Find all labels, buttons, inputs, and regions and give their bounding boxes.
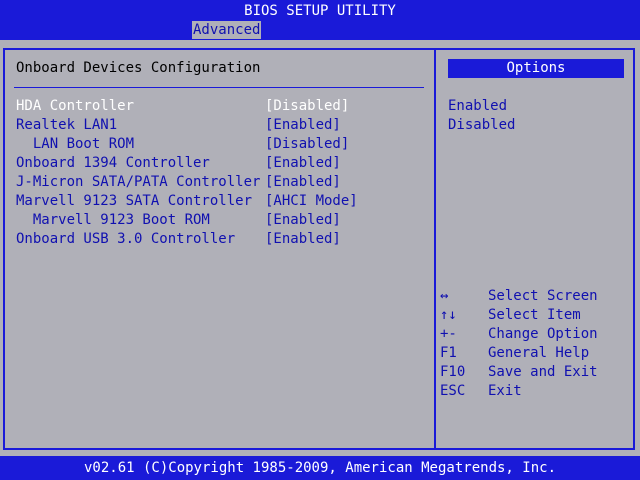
- setting-value[interactable]: [Disabled]: [265, 97, 349, 115]
- help-key-esc: ESC: [440, 383, 466, 399]
- setting-label: Onboard 1394 Controller: [16, 155, 210, 171]
- setting-value[interactable]: [Enabled]: [265, 173, 341, 191]
- left-right-arrow-icon: ↔: [440, 288, 449, 304]
- help-key-f1: F1: [440, 345, 457, 361]
- help-select-screen: Select Screen: [488, 288, 598, 304]
- copyright-text: v02.61 (C)Copyright 1985-2009, American …: [83, 460, 556, 476]
- help-exit: Exit: [488, 383, 522, 399]
- setting-value[interactable]: [Enabled]: [265, 154, 341, 172]
- setting-value[interactable]: [Disabled]: [265, 135, 349, 153]
- bios-screen: BIOS SETUP UTILITY Advanced Onboard Devi…: [0, 0, 640, 480]
- help-select-item: Select Item: [488, 307, 581, 323]
- help-general-help: General Help: [488, 345, 590, 361]
- setting-value[interactable]: [Enabled]: [265, 116, 341, 134]
- panel-divider: [434, 48, 436, 450]
- setting-value[interactable]: [Enabled]: [265, 230, 341, 248]
- setting-value[interactable]: [Enabled]: [265, 211, 341, 229]
- option-disabled[interactable]: Disabled: [448, 116, 515, 134]
- setting-label: LAN Boot ROM: [16, 136, 135, 152]
- option-enabled[interactable]: Enabled: [448, 97, 507, 115]
- up-down-arrow-icon: ↑↓: [440, 307, 457, 323]
- tab-advanced[interactable]: Advanced: [192, 21, 262, 39]
- title-underline: [14, 87, 424, 88]
- app-title: BIOS SETUP UTILITY: [244, 3, 396, 19]
- help-key-plus-minus: +-: [440, 326, 457, 342]
- setting-label: Realtek LAN1: [16, 117, 118, 133]
- setting-label: J-Micron SATA/PATA Controller: [16, 174, 261, 190]
- setting-label: Onboard USB 3.0 Controller: [16, 231, 236, 247]
- setting-label: Marvell 9123 SATA Controller: [16, 193, 253, 209]
- options-header: Options: [448, 59, 624, 78]
- setting-label: HDA Controller: [16, 98, 135, 114]
- help-key-f10: F10: [440, 364, 466, 380]
- setting-label: Marvell 9123 Boot ROM: [16, 212, 210, 228]
- help-save-exit: Save and Exit: [488, 364, 598, 380]
- page-title: Onboard Devices Configuration: [16, 60, 261, 76]
- setting-value[interactable]: [AHCI Mode]: [265, 192, 358, 210]
- help-change-option: Change Option: [488, 326, 598, 342]
